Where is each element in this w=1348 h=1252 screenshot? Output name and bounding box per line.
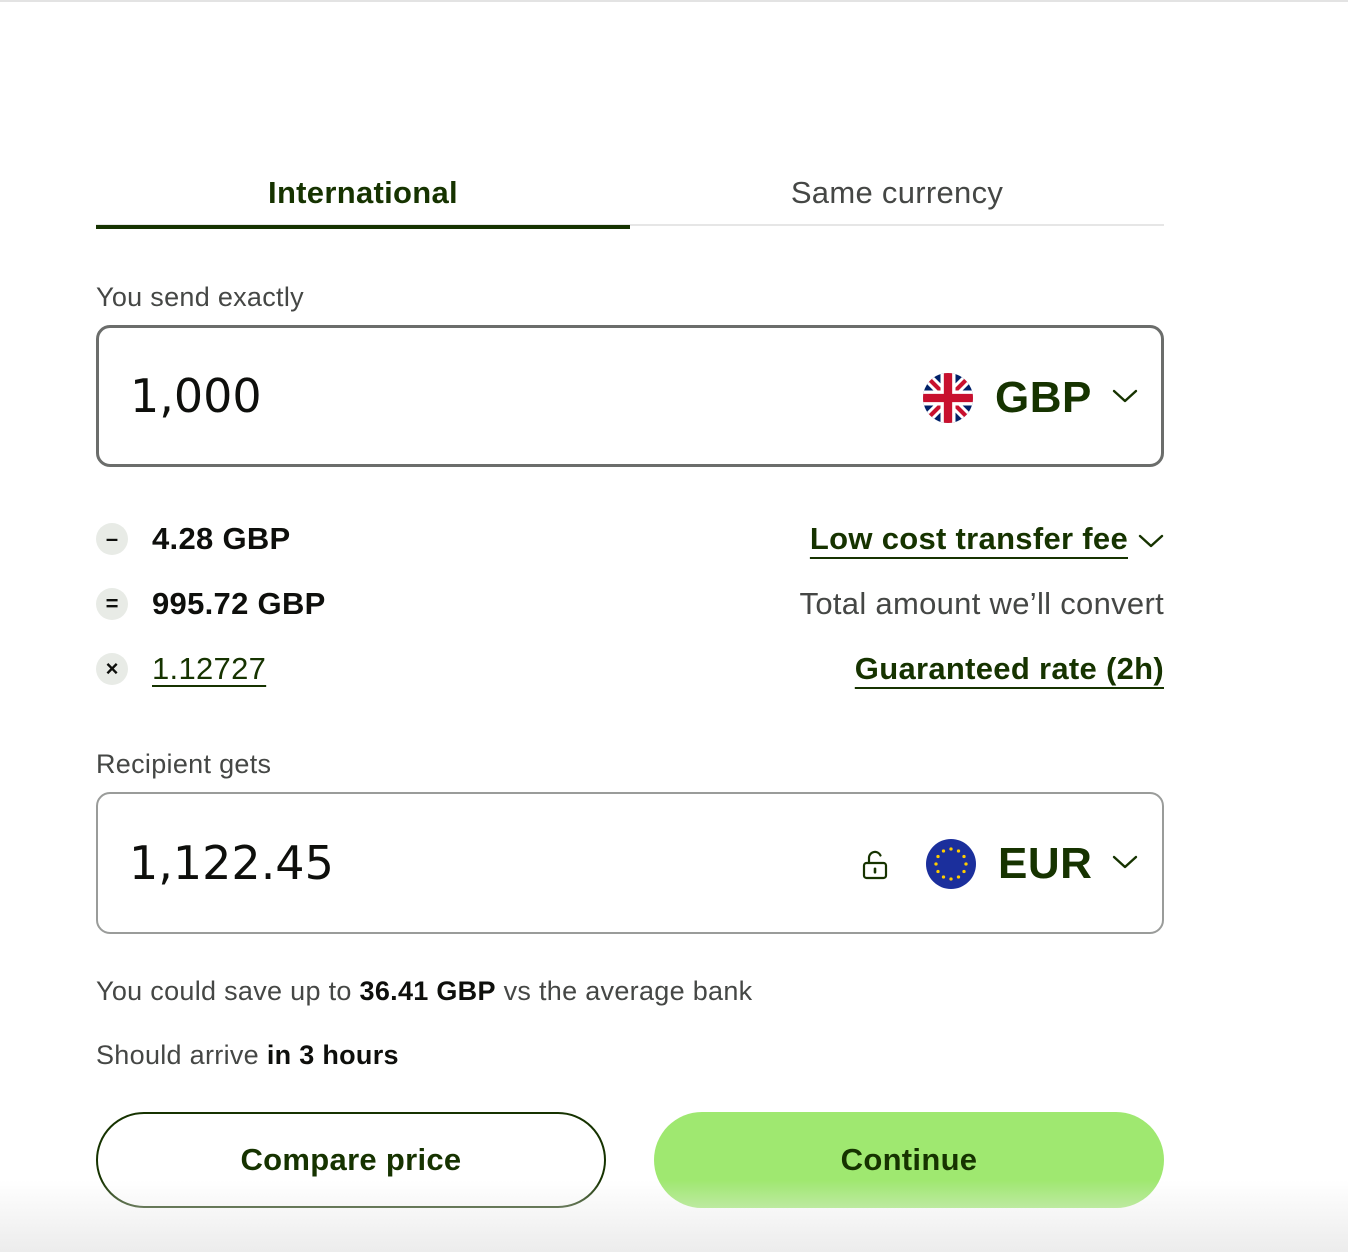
arrival-prefix: Should arrive bbox=[96, 1040, 259, 1070]
send-currency-code: GBP bbox=[995, 373, 1092, 422]
chevron-down-icon bbox=[1112, 854, 1138, 875]
fee-amount: 4.28 GBP bbox=[152, 521, 291, 556]
fee-row: – 4.28 GBP Low cost transfer fee bbox=[96, 519, 1164, 559]
tab-same-currency[interactable]: Same currency bbox=[630, 160, 1164, 226]
savings-suffix: vs the average bank bbox=[503, 976, 753, 1006]
minus-icon: – bbox=[96, 523, 128, 555]
send-currency-selector[interactable]: GBP bbox=[923, 373, 1138, 423]
transfer-type-tabs: International Same currency bbox=[96, 160, 1164, 229]
savings-text: You could save up to 36.41 GBP vs the av… bbox=[96, 976, 752, 1007]
eu-flag-icon bbox=[926, 839, 976, 889]
unlock-icon[interactable] bbox=[862, 850, 888, 885]
arrival-time: in 3 hours bbox=[266, 1040, 399, 1070]
arrival-text: Should arrive in 3 hours bbox=[96, 1040, 399, 1071]
chevron-down-icon bbox=[1138, 521, 1164, 557]
fee-type-label: Low cost transfer fee bbox=[809, 521, 1128, 556]
convert-row: = 995.72 GBP Total amount we’ll convert bbox=[96, 584, 1164, 624]
compare-price-button[interactable]: Compare price bbox=[96, 1112, 606, 1208]
recipient-amount-input[interactable] bbox=[129, 836, 689, 890]
fee-type-selector[interactable]: Low cost transfer fee bbox=[810, 521, 1164, 557]
send-amount-box: GBP bbox=[96, 325, 1164, 467]
chevron-down-icon bbox=[1112, 388, 1138, 409]
recipient-currency-selector[interactable]: EUR bbox=[926, 839, 1138, 889]
tab-international[interactable]: International bbox=[96, 160, 630, 229]
rate-row: × 1.12727 Guaranteed rate (2h) bbox=[96, 649, 1164, 689]
transfer-calculator: International Same currency You send exa… bbox=[96, 0, 1164, 1252]
recipient-label: Recipient gets bbox=[96, 749, 272, 779]
continue-button[interactable]: Continue bbox=[654, 1112, 1164, 1208]
send-label: You send exactly bbox=[96, 282, 304, 312]
convert-amount: 995.72 GBP bbox=[152, 586, 326, 621]
convert-label: Total amount we’ll convert bbox=[799, 586, 1164, 621]
recipient-currency-code: EUR bbox=[998, 839, 1093, 888]
equals-icon: = bbox=[96, 588, 128, 620]
recipient-amount-box: EUR bbox=[96, 792, 1164, 934]
savings-amount: 36.41 GBP bbox=[359, 976, 496, 1006]
savings-prefix: You could save up to bbox=[96, 976, 352, 1006]
guaranteed-rate-link[interactable]: Guaranteed rate (2h) bbox=[855, 651, 1164, 687]
uk-flag-icon bbox=[923, 373, 973, 423]
exchange-rate-link[interactable]: 1.12727 bbox=[152, 651, 266, 687]
multiply-icon: × bbox=[96, 653, 128, 685]
send-amount-input[interactable] bbox=[130, 369, 690, 423]
